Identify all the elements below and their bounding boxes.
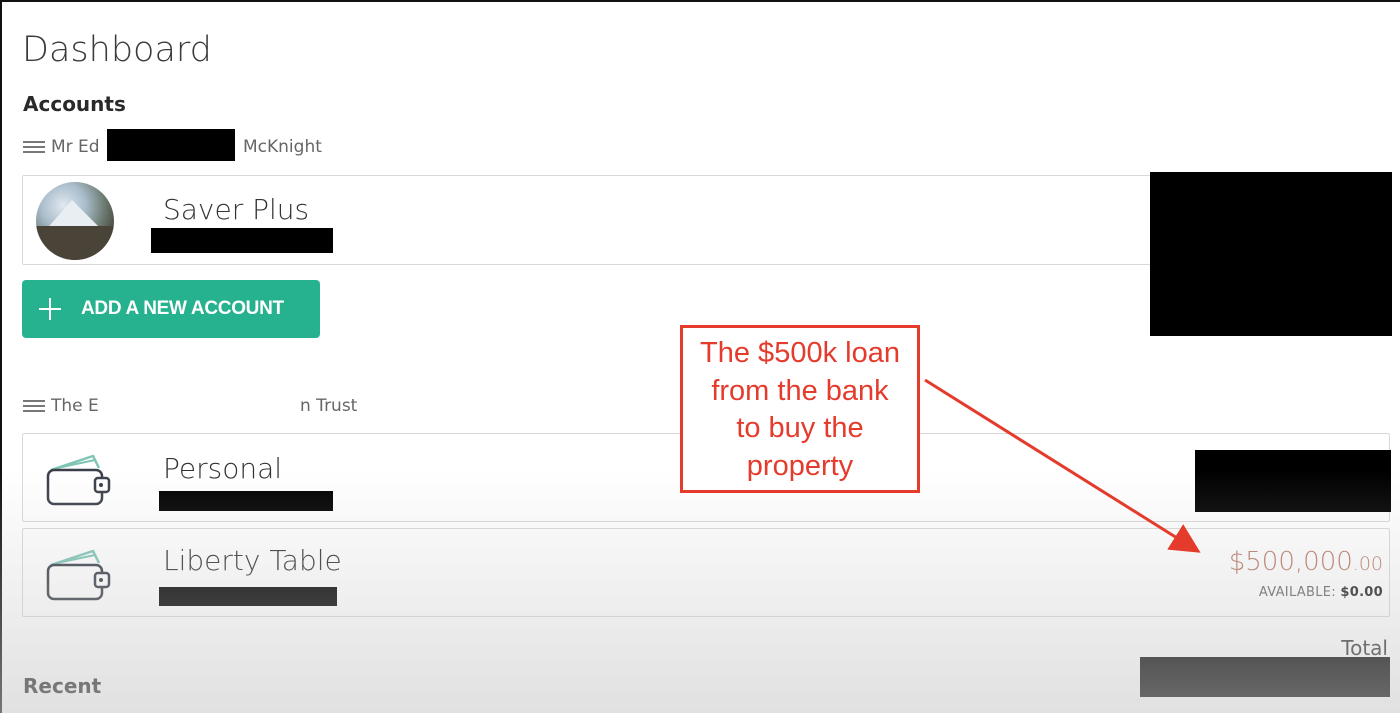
redacted-account-number: [159, 587, 337, 606]
drag-handle-icon[interactable]: [23, 400, 45, 412]
group-owner-first: Mr Ed: [51, 137, 100, 157]
redacted-balance: [1150, 172, 1392, 336]
account-avatar: [36, 182, 114, 260]
group-owner-last: n Trust: [300, 396, 358, 416]
wallet-icon: [46, 549, 111, 601]
add-account-button[interactable]: ADD A NEW ACCOUNT: [22, 280, 320, 338]
plus-icon: [39, 298, 61, 320]
annotation-line: from the bank: [711, 374, 889, 407]
group-owner-last: McKnight: [243, 137, 322, 157]
add-account-label: ADD A NEW ACCOUNT: [81, 298, 284, 319]
account-name: Saver Plus: [163, 193, 310, 226]
redacted-block: [107, 129, 235, 161]
wallet-icon: [46, 454, 111, 506]
annotation-callout: The $500k loan from the bank to buy the …: [680, 325, 920, 493]
annotation-line: property: [746, 449, 854, 482]
screen-frame-top: [0, 0, 1400, 2]
account-card-liberty-table[interactable]: Liberty Table $500,000.00 AVAILABLE: $0.…: [22, 528, 1390, 617]
available-balance: AVAILABLE: $0.00: [1258, 585, 1383, 600]
account-name: Liberty Table: [163, 544, 342, 577]
redacted-account-number: [159, 491, 333, 511]
redacted-balance: [1195, 450, 1391, 512]
account-balance: $500,000.00: [1228, 547, 1383, 577]
redacted-total: [1140, 657, 1390, 697]
annotation-line: to buy the: [736, 412, 864, 444]
group-owner-first: The E: [51, 396, 99, 416]
screen-frame-left: [0, 0, 2, 713]
group-header-2[interactable]: The E: [23, 394, 99, 418]
recent-heading: Recent: [23, 674, 102, 698]
redacted-account-number: [151, 228, 333, 253]
drag-handle-icon[interactable]: [23, 141, 45, 153]
annotation-line: The $500k loan: [700, 337, 900, 369]
page-title: Dashboard: [22, 30, 212, 70]
accounts-heading: Accounts: [23, 92, 126, 116]
group-header-1[interactable]: Mr Ed: [23, 135, 100, 159]
account-name: Personal: [163, 452, 283, 485]
